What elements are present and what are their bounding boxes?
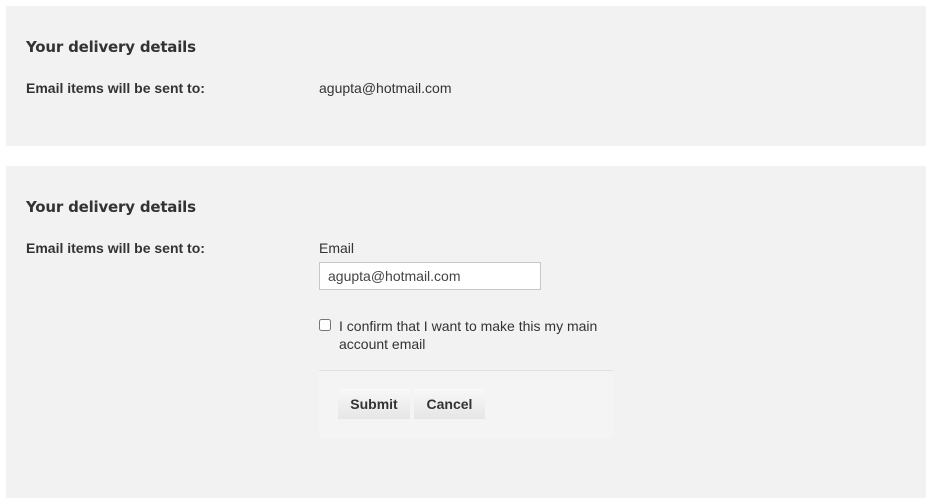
delivery-details-view-panel: Your delivery details Email items will b… [6, 6, 926, 146]
email-destination-value: agupta@hotmail.com [319, 80, 452, 96]
cancel-button[interactable]: Cancel [414, 389, 485, 419]
confirm-main-email-label: I confirm that I want to make this my ma… [339, 318, 598, 352]
submit-button[interactable]: Submit [338, 389, 410, 419]
delivery-details-heading: Your delivery details [26, 38, 196, 56]
email-destination-label: Email items will be sent to: [26, 80, 205, 96]
email-field-label: Email [319, 240, 355, 256]
delivery-details-heading: Your delivery details [26, 198, 196, 216]
form-actions: Submit Cancel [319, 370, 613, 438]
confirm-main-email-checkbox[interactable] [319, 319, 331, 331]
email-destination-label: Email items will be sent to: [26, 240, 205, 256]
email-field[interactable] [319, 262, 541, 290]
delivery-details-edit-panel: Your delivery details Email items will b… [6, 166, 926, 498]
